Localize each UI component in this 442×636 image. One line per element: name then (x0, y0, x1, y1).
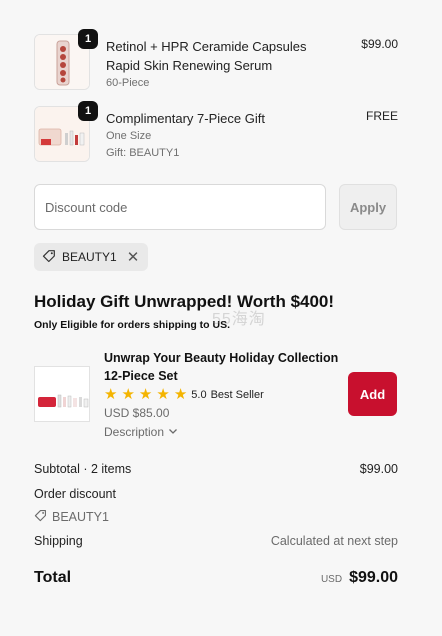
star-icon: ★ (173, 386, 188, 403)
rating-value: 5.0 (191, 388, 207, 401)
quantity-badge: 1 (78, 29, 98, 49)
promo-heading: Holiday Gift Unwrapped! Worth $400! (34, 292, 335, 311)
star-icon: ★ (121, 386, 135, 403)
line-item: 1 Retinol + HPR Ceramide Capsules Rapid … (34, 29, 398, 92)
apply-discount-button[interactable]: Apply (339, 184, 397, 230)
tag-icon (42, 249, 56, 266)
subtotal-value: $99.00 (359, 462, 398, 476)
line-item: 1 Complimentary 7-Piece Gift One Size Gi… (34, 101, 398, 164)
subtotal-row: Subtotal · 2 items $99.00 (34, 462, 398, 476)
tag-icon (34, 509, 47, 525)
order-discount-label: Order discount (34, 487, 116, 501)
checkout-summary: 1 Retinol + HPR Ceramide Capsules Rapid … (0, 0, 442, 636)
item-variant: One Size (106, 130, 152, 142)
subtotal-label: Subtotal · 2 items (34, 462, 132, 476)
description-toggle[interactable]: Description (104, 425, 178, 439)
order-discount-code: BEAUTY1 (34, 509, 398, 525)
total-row: Total USD $99.00 (34, 569, 398, 587)
total-value: $99.00 (349, 569, 398, 586)
shipping-value: Calculated at next step (270, 534, 398, 548)
star-icon: ★ (138, 386, 153, 403)
item-price: FREE (365, 109, 398, 123)
shipping-row: Shipping Calculated at next step (34, 534, 398, 548)
order-discount-code-text: BEAUTY1 (52, 510, 109, 524)
offer-rating: ★ ★ ★ ★ ★ 5.0 Best Seller (104, 387, 264, 402)
item-variant: 60-Piece (106, 77, 150, 89)
item-title: Complimentary 7-Piece Gift One Size Gift… (106, 109, 326, 162)
total-currency: USD (320, 574, 343, 585)
best-seller-label: Best Seller (210, 388, 264, 401)
applied-discount-code: BEAUTY1 (62, 250, 117, 264)
chevron-down-icon (168, 425, 178, 439)
item-gift-code: Gift: BEAUTY1 (106, 147, 180, 159)
promo-eligibility-note: Only Eligible for orders shipping to US. (34, 319, 231, 331)
offer-title: Unwrap Your Beauty Holiday Collection 12… (104, 351, 339, 383)
item-price: $99.00 (361, 37, 398, 51)
description-label: Description (104, 425, 165, 439)
quantity-badge: 1 (78, 101, 98, 121)
item-title: Retinol + HPR Ceramide Capsules Rapid Sk… (106, 37, 326, 92)
discount-code-input[interactable] (34, 184, 326, 230)
star-icon: ★ (104, 386, 118, 403)
total-label: Total (34, 569, 72, 586)
offer-product-image (34, 366, 90, 422)
offer-price: USD $85.00 (104, 406, 170, 420)
shipping-label: Shipping (34, 534, 83, 548)
remove-discount-icon[interactable]: ✕ (127, 250, 140, 265)
star-icon: ★ (156, 386, 170, 403)
add-offer-button[interactable]: Add (348, 372, 397, 416)
order-discount-row: Order discount (34, 487, 398, 501)
applied-discount-chip: BEAUTY1 ✕ (34, 243, 149, 271)
watermark-logo: 55海淘 (212, 311, 266, 328)
